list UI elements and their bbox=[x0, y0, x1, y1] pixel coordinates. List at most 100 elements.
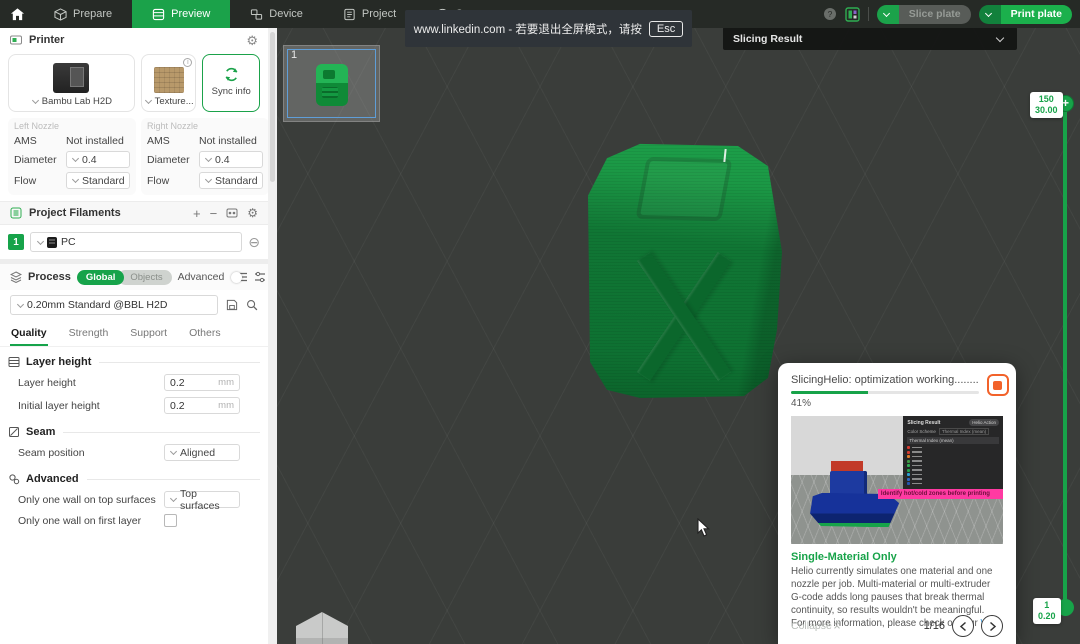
slicing-result-label: Slicing Result bbox=[733, 32, 803, 45]
filament-row: 1 PC ⊖ bbox=[0, 225, 268, 259]
arrow-left-icon bbox=[959, 621, 966, 631]
chevron-down-icon bbox=[204, 175, 213, 184]
plate-texture-image bbox=[153, 67, 184, 93]
home-button[interactable] bbox=[0, 0, 34, 28]
fullscreen-notification: www.linkedin.com - 若要退出全屏模式，请按 Esc bbox=[405, 10, 692, 47]
info-icon[interactable]: i bbox=[183, 58, 193, 67]
chevron-down-icon bbox=[36, 237, 45, 245]
print-dropdown-toggle[interactable] bbox=[978, 4, 1001, 24]
chevron-down-icon bbox=[985, 9, 993, 17]
advanced-section-header: Advanced bbox=[0, 464, 268, 488]
seam-section-header: Seam bbox=[0, 417, 268, 441]
esc-key-badge: Esc bbox=[648, 20, 684, 37]
seam-position-row: Seam position Aligned bbox=[0, 441, 268, 464]
printer-settings-gear-icon[interactable]: ⚙ bbox=[246, 34, 258, 47]
printer-cards: Bambu Lab H2D i Texture... Sync info bbox=[0, 52, 268, 118]
next-page-button[interactable] bbox=[981, 615, 1003, 637]
tab-prepare[interactable]: Prepare bbox=[34, 0, 132, 28]
tune-icon[interactable] bbox=[254, 271, 266, 283]
process-section-header: Process Global Objects Advanced bbox=[0, 264, 268, 290]
right-flow-select[interactable]: Standard bbox=[199, 172, 263, 189]
print-plate-button[interactable]: Print plate bbox=[978, 4, 1072, 24]
scope-objects[interactable]: Objects bbox=[118, 269, 172, 285]
tab-preview[interactable]: Preview bbox=[132, 0, 231, 28]
preset-row: 0.20mm Standard @BBL H2D bbox=[0, 290, 268, 320]
layer-height-section-header: Layer height bbox=[0, 347, 268, 371]
chevron-down-icon bbox=[31, 96, 39, 105]
left-flow-select[interactable]: Standard bbox=[66, 172, 130, 189]
filament-settings-gear-icon[interactable]: ⚙ bbox=[247, 206, 258, 220]
plate-thumbnail[interactable]: 1 bbox=[283, 45, 380, 122]
tab-others[interactable]: Others bbox=[188, 324, 222, 346]
add-filament-button[interactable]: + bbox=[193, 206, 201, 221]
left-ams-status: Not installed bbox=[66, 135, 124, 147]
tab-quality[interactable]: Quality bbox=[10, 324, 48, 346]
collapse-button[interactable]: Collapse bbox=[791, 620, 840, 632]
thermal-legend bbox=[907, 446, 999, 485]
remove-slot-icon[interactable]: ⊖ bbox=[248, 235, 260, 249]
chevron-down-icon bbox=[995, 33, 1005, 42]
plate-number: 1 bbox=[291, 49, 298, 61]
spool-icon bbox=[47, 236, 57, 248]
only-one-wall-first-layer-row: Only one wall on first layer bbox=[0, 511, 268, 530]
slice-plate-button[interactable]: Slice plate bbox=[876, 4, 971, 24]
filament-select[interactable]: PC bbox=[30, 232, 243, 252]
right-diameter-select[interactable]: 0.4 bbox=[199, 151, 263, 168]
initial-layer-height-row: Initial layer height 0.2 mm bbox=[0, 394, 268, 417]
left-diameter-select[interactable]: 0.4 bbox=[66, 151, 130, 168]
home-icon bbox=[10, 7, 24, 20]
model-3d[interactable] bbox=[588, 143, 782, 398]
layer-slider-track[interactable] bbox=[1063, 102, 1067, 608]
sync-info-button[interactable]: Sync info bbox=[202, 54, 260, 112]
helio-progress-percent: 41% bbox=[791, 398, 812, 409]
layer-height-row: Layer height 0.2 mm bbox=[0, 371, 268, 394]
process-preset-select[interactable]: 0.20mm Standard @BBL H2D bbox=[10, 295, 218, 315]
remove-filament-button[interactable]: − bbox=[210, 206, 218, 221]
helio-screenshot: Slicing Result Helio Action Color Scheme… bbox=[791, 416, 1003, 544]
initial-layer-height-input[interactable]: 0.2 mm bbox=[164, 397, 240, 414]
printer-section-header: Printer ⚙ bbox=[0, 28, 268, 52]
plate-model-preview bbox=[316, 64, 348, 106]
chevron-down-icon bbox=[71, 154, 80, 163]
notification-text: www.linkedin.com - 若要退出全屏模式，请按 bbox=[413, 23, 642, 36]
layer-height-icon bbox=[8, 357, 20, 367]
chevron-down-icon bbox=[16, 300, 25, 308]
scope-global[interactable]: Global bbox=[76, 269, 125, 285]
filaments-section-header: Project Filaments + − ⚙ bbox=[0, 201, 268, 225]
advanced-icon bbox=[9, 474, 20, 485]
device-icon bbox=[251, 8, 263, 20]
model-x-emboss bbox=[621, 244, 745, 389]
collapse-chevrons-icon bbox=[834, 621, 840, 631]
first-layer-checkbox[interactable] bbox=[164, 514, 177, 527]
prepare-icon bbox=[54, 7, 67, 21]
search-icon[interactable] bbox=[246, 299, 258, 311]
save-preset-icon[interactable] bbox=[226, 299, 238, 311]
orientation-cube[interactable] bbox=[296, 612, 348, 644]
slicing-result-bar[interactable]: Slicing Result bbox=[723, 27, 1017, 50]
tab-strength[interactable]: Strength bbox=[68, 324, 110, 346]
sidebar-panel: Printer ⚙ Bambu Lab H2D i Texture... Syn… bbox=[0, 28, 268, 644]
only-one-wall-top-select[interactable]: Top surfaces bbox=[164, 488, 240, 512]
screenshot-slicing-panel: Slicing Result Helio Action Color Scheme… bbox=[903, 416, 1003, 497]
chevron-down-icon bbox=[883, 9, 891, 17]
layer-slider-bottom-badge: 1 0.20 bbox=[1033, 598, 1061, 624]
panel-scrollbar[interactable] bbox=[268, 28, 277, 644]
filament-icon bbox=[10, 207, 22, 219]
tab-support[interactable]: Support bbox=[129, 324, 168, 346]
filament-slot-badge: 1 bbox=[8, 234, 24, 250]
ams-sync-icon[interactable] bbox=[226, 207, 238, 219]
printer-select-card[interactable]: Bambu Lab H2D bbox=[8, 54, 135, 112]
helio-popup: SlicingHelio: optimization working......… bbox=[778, 363, 1016, 644]
slice-dropdown-toggle[interactable] bbox=[876, 4, 899, 24]
helio-stop-button[interactable] bbox=[986, 374, 1009, 396]
prev-page-button[interactable] bbox=[952, 615, 974, 637]
chevron-down-icon bbox=[144, 96, 152, 105]
seam-position-select[interactable]: Aligned bbox=[164, 444, 240, 461]
mouse-cursor bbox=[697, 518, 710, 537]
plate-type-card[interactable]: i Texture... bbox=[140, 54, 197, 112]
tab-project[interactable]: Project bbox=[323, 0, 416, 28]
layer-height-input[interactable]: 0.2 mm bbox=[164, 374, 240, 391]
help-icon[interactable]: ? bbox=[823, 7, 837, 21]
plates-manager-icon[interactable] bbox=[845, 6, 860, 22]
tab-device[interactable]: Device bbox=[230, 0, 323, 28]
